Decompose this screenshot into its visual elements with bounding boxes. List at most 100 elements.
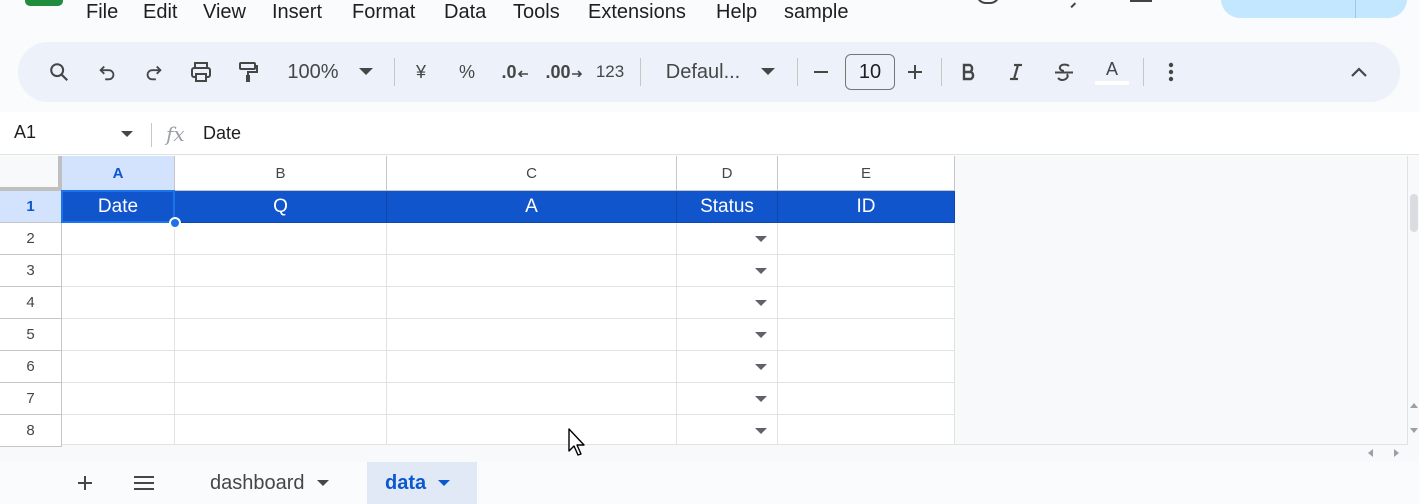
cell-a2[interactable] <box>62 223 175 255</box>
dropdown-chip-icon[interactable] <box>755 300 767 306</box>
cell-c6[interactable] <box>387 351 677 383</box>
scroll-up-icon[interactable] <box>1410 402 1418 410</box>
cell-d7[interactable] <box>677 383 778 415</box>
column-header-d[interactable]: D <box>677 156 778 191</box>
row-header-7[interactable]: 7 <box>0 383 62 415</box>
cell-e1[interactable]: ID <box>778 191 955 223</box>
zoom-select[interactable]: 100% <box>280 42 346 102</box>
sheet-tab-data[interactable]: data <box>367 462 477 504</box>
chevron-down-icon[interactable] <box>316 480 329 486</box>
fill-handle[interactable] <box>169 217 181 229</box>
cell-e5[interactable] <box>778 319 955 351</box>
cell-c5[interactable] <box>387 319 677 351</box>
print-icon[interactable] <box>186 42 216 102</box>
cell-e4[interactable] <box>778 287 955 319</box>
cell-b2[interactable] <box>175 223 387 255</box>
menu-format[interactable]: Format <box>352 0 415 24</box>
row-header-2[interactable]: 2 <box>0 223 62 255</box>
cell-c1[interactable]: A <box>387 191 677 223</box>
cell-c4[interactable] <box>387 287 677 319</box>
cell-d2[interactable] <box>677 223 778 255</box>
italic-icon[interactable] <box>1001 42 1031 102</box>
cell-b1[interactable]: Q <box>175 191 387 223</box>
cell-b8[interactable] <box>175 415 387 447</box>
add-sheet-icon[interactable] <box>68 462 102 504</box>
cell-c3[interactable] <box>387 255 677 287</box>
cell-e6[interactable] <box>778 351 955 383</box>
cell-a8[interactable] <box>62 415 175 447</box>
menu-insert[interactable]: Insert <box>272 0 322 24</box>
cell-a4[interactable] <box>62 287 175 319</box>
undo-icon[interactable] <box>92 42 122 102</box>
column-header-c[interactable]: C <box>387 156 677 191</box>
cell-d6[interactable] <box>677 351 778 383</box>
history-icon[interactable] <box>976 0 1000 4</box>
comments-icon[interactable] <box>1130 0 1152 2</box>
menu-sample[interactable]: sample <box>784 0 848 24</box>
search-menus-icon[interactable] <box>44 42 74 102</box>
select-all-corner[interactable] <box>0 156 62 191</box>
font-family-select[interactable]: Defaul... <box>658 42 748 102</box>
cell-e8[interactable] <box>778 415 955 447</box>
dropdown-chip-icon[interactable] <box>755 396 767 402</box>
text-color-button[interactable]: A <box>1094 42 1130 102</box>
chevron-down-icon[interactable] <box>438 480 451 486</box>
increase-decimal-button[interactable]: .00 <box>544 42 584 102</box>
column-header-e[interactable]: E <box>778 156 955 191</box>
row-header-5[interactable]: 5 <box>0 319 62 351</box>
percent-format-button[interactable]: % <box>452 42 482 102</box>
row-header-8[interactable]: 8 <box>0 415 62 447</box>
scroll-right-icon[interactable] <box>1392 449 1400 457</box>
currency-format-button[interactable]: ¥ <box>406 42 436 102</box>
row-header-3[interactable]: 3 <box>0 255 62 287</box>
cell-a3[interactable] <box>62 255 175 287</box>
dropdown-chip-icon[interactable] <box>755 332 767 338</box>
row-header-1[interactable]: 1 <box>0 191 62 223</box>
scroll-left-icon[interactable] <box>1367 449 1375 457</box>
more-vert-icon[interactable] <box>1158 42 1184 102</box>
menu-help[interactable]: Help <box>716 0 757 24</box>
more-formats-button[interactable]: 123 <box>592 42 628 102</box>
menu-view[interactable]: View <box>203 0 246 24</box>
cell-b3[interactable] <box>175 255 387 287</box>
cell-b5[interactable] <box>175 319 387 351</box>
cell-b6[interactable] <box>175 351 387 383</box>
meet-icon[interactable] <box>1061 0 1077 9</box>
name-box-dropdown-icon[interactable] <box>121 131 133 137</box>
scroll-down-icon[interactable] <box>1410 426 1418 434</box>
all-sheets-menu-icon[interactable] <box>127 462 161 504</box>
cell-b7[interactable] <box>175 383 387 415</box>
menu-edit[interactable]: Edit <box>143 0 177 24</box>
zoom-dropdown-icon[interactable] <box>356 42 376 102</box>
paint-format-icon[interactable] <box>233 42 263 102</box>
cell-c7[interactable] <box>387 383 677 415</box>
cell-a6[interactable] <box>62 351 175 383</box>
cell-c2[interactable] <box>387 223 677 255</box>
formula-input[interactable]: Date <box>203 123 241 144</box>
redo-icon[interactable] <box>139 42 169 102</box>
cell-a7[interactable] <box>62 383 175 415</box>
decrease-decimal-button[interactable]: .0 <box>498 42 532 102</box>
bold-icon[interactable] <box>954 42 984 102</box>
cell-d4[interactable] <box>677 287 778 319</box>
dropdown-chip-icon[interactable] <box>755 268 767 274</box>
share-button[interactable] <box>1221 0 1407 18</box>
column-header-b[interactable]: B <box>175 156 387 191</box>
cell-e2[interactable] <box>778 223 955 255</box>
cell-b4[interactable] <box>175 287 387 319</box>
cell-e7[interactable] <box>778 383 955 415</box>
menu-extensions[interactable]: Extensions <box>588 0 686 24</box>
vertical-scroll-thumb[interactable] <box>1410 194 1418 232</box>
cell-c8[interactable] <box>387 415 677 447</box>
cell-d3[interactable] <box>677 255 778 287</box>
cell-d8[interactable] <box>677 415 778 447</box>
cell-d1[interactable]: Status <box>677 191 778 223</box>
vertical-scrollbar[interactable] <box>1407 156 1419 444</box>
cell-a5[interactable] <box>62 319 175 351</box>
row-header-6[interactable]: 6 <box>0 351 62 383</box>
sheet-tab-dashboard[interactable]: dashboard <box>192 462 347 504</box>
decrease-font-size-icon[interactable] <box>808 42 834 102</box>
increase-font-size-icon[interactable] <box>902 42 928 102</box>
column-header-a[interactable]: A <box>62 156 175 191</box>
menu-data[interactable]: Data <box>444 0 486 24</box>
